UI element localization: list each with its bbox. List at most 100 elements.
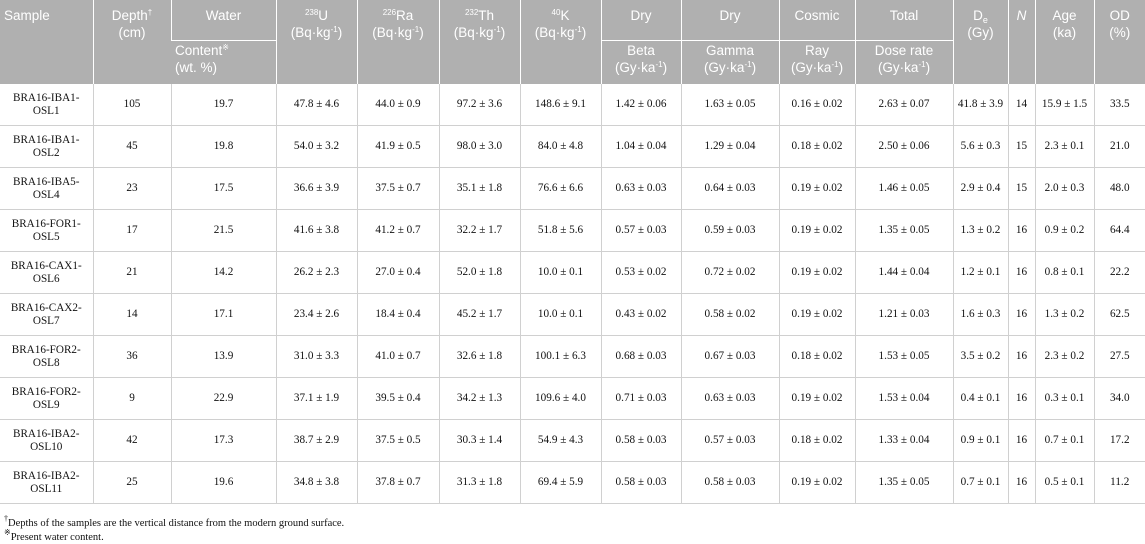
cell-u238: 37.1 ± 1.9 (275, 377, 357, 420)
cell-n: 16 (1007, 461, 1035, 504)
col-cosmic-top: Cosmic (778, 0, 855, 41)
cell-n: 16 (1007, 377, 1035, 420)
cell-water: 17.5 (170, 167, 276, 210)
cell-beta: 1.04 ± 0.04 (600, 125, 681, 168)
col-k40: 40K (Bq·kg-1) (519, 0, 601, 84)
cell-cosmic: 0.19 ± 0.02 (778, 293, 855, 336)
cell-th232: 45.2 ± 1.7 (438, 293, 520, 336)
table-row: BRA16-IBA2-OSL11 25 19.6 34.8 ± 3.8 37.8 ± 0… (0, 461, 1145, 504)
footnote-water: ※Present water content. (4, 528, 104, 544)
cell-k40: 51.8 ± 5.6 (519, 209, 601, 252)
col-beta-bottom: Beta (Gy·ka-1) (600, 40, 681, 84)
col-beta-top: Dry (600, 0, 681, 41)
cell-water: 19.6 (170, 461, 276, 504)
cell-sample: BRA16-FOR2-OSL9 (0, 377, 93, 420)
depth-footnote-mark: † (147, 8, 153, 17)
cell-total: 1.35 ± 0.05 (854, 209, 953, 252)
cell-depth: 21 (92, 251, 171, 294)
cell-th232: 31.3 ± 1.8 (438, 461, 520, 504)
cell-od: 21.0 (1093, 125, 1145, 168)
col-sample: Sample (0, 0, 93, 84)
col-total-bottom: Dose rate (Gy·ka-1) (854, 40, 953, 84)
cell-gamma: 0.57 ± 0.03 (680, 419, 779, 462)
cell-k40: 148.6 ± 9.1 (519, 84, 601, 126)
col-ra226: 226Ra (Bq·kg-1) (356, 0, 439, 84)
cell-gamma: 0.64 ± 0.03 (680, 167, 779, 210)
cell-depth: 14 (92, 293, 171, 336)
cell-beta: 0.71 ± 0.03 (600, 377, 681, 420)
cell-u238: 26.2 ± 2.3 (275, 251, 357, 294)
cell-cosmic: 0.18 ± 0.02 (778, 335, 855, 378)
cell-u238: 54.0 ± 3.2 (275, 125, 357, 168)
cell-water: 19.7 (170, 84, 276, 126)
cell-u238: 34.8 ± 3.8 (275, 461, 357, 504)
cell-de: 1.3 ± 0.2 (952, 209, 1008, 252)
cell-water: 21.5 (170, 209, 276, 252)
cell-cosmic: 0.18 ± 0.02 (778, 419, 855, 462)
cell-od: 62.5 (1093, 293, 1145, 336)
table-row: BRA16-FOR2-OSL9 9 22.9 37.1 ± 1.9 39.5 ± 0.4… (0, 377, 1145, 420)
table-row: BRA16-FOR2-OSL8 36 13.9 31.0 ± 3.3 41.0 ± 0.… (0, 335, 1145, 378)
cell-sample: BRA16-IBA2-OSL11 (0, 461, 93, 504)
cell-ra226: 27.0 ± 0.4 (356, 251, 439, 294)
cell-n: 16 (1007, 209, 1035, 252)
cell-beta: 1.42 ± 0.06 (600, 84, 681, 126)
cell-th232: 30.3 ± 1.4 (438, 419, 520, 462)
cell-n: 15 (1007, 125, 1035, 168)
cell-beta: 0.53 ± 0.02 (600, 251, 681, 294)
water-footnote-mark: ※ (222, 43, 229, 52)
cell-depth: 9 (92, 377, 171, 420)
data-table: Sample Depth† (cm) Water 238U (Bq·kg-1) 22… (0, 0, 1145, 504)
cell-th232: 52.0 ± 1.8 (438, 251, 520, 294)
cell-age: 1.3 ± 0.2 (1034, 293, 1094, 336)
cell-age: 0.5 ± 0.1 (1034, 461, 1094, 504)
cell-water: 22.9 (170, 377, 276, 420)
cell-total: 1.44 ± 0.04 (854, 251, 953, 294)
table-row: BRA16-CAX1-OSL6 21 14.2 26.2 ± 2.3 27.0 ± 0.… (0, 251, 1145, 294)
cell-age: 0.8 ± 0.1 (1034, 251, 1094, 294)
col-age: Age (ka) (1034, 0, 1094, 84)
cell-od: 64.4 (1093, 209, 1145, 252)
cell-u238: 23.4 ± 2.6 (275, 293, 357, 336)
cell-cosmic: 0.19 ± 0.02 (778, 167, 855, 210)
footnote-depth: †Depths of the samples are the vertical … (4, 514, 345, 530)
cell-k40: 100.1 ± 6.3 (519, 335, 601, 378)
col-cosmic-bottom: Ray (Gy·ka-1) (778, 40, 855, 84)
cell-de: 0.9 ± 0.1 (952, 419, 1008, 462)
cell-total: 1.46 ± 0.05 (854, 167, 953, 210)
cell-de: 41.8 ± 3.9 (952, 84, 1008, 126)
cell-gamma: 1.63 ± 0.05 (680, 84, 779, 126)
cell-total: 2.50 ± 0.06 (854, 125, 953, 168)
col-gamma-top: Dry (680, 0, 779, 41)
cell-age: 2.0 ± 0.3 (1034, 167, 1094, 210)
cell-gamma: 0.58 ± 0.02 (680, 293, 779, 336)
col-u238: 238U (Bq·kg-1) (275, 0, 357, 84)
cell-th232: 32.2 ± 1.7 (438, 209, 520, 252)
cell-cosmic: 0.19 ± 0.02 (778, 251, 855, 294)
cell-total: 1.53 ± 0.04 (854, 377, 953, 420)
cell-total: 1.21 ± 0.03 (854, 293, 953, 336)
cell-sample: BRA16-FOR1-OSL5 (0, 209, 93, 252)
cell-de: 1.6 ± 0.3 (952, 293, 1008, 336)
table-body: BRA16-IBA1-OSL1 105 19.7 47.8 ± 4.6 44.0 ± 0… (0, 84, 1145, 504)
cell-sample: BRA16-IBA5-OSL4 (0, 167, 93, 210)
cell-ra226: 41.9 ± 0.5 (356, 125, 439, 168)
cell-beta: 0.43 ± 0.02 (600, 293, 681, 336)
cell-u238: 47.8 ± 4.6 (275, 84, 357, 126)
cell-sample: BRA16-CAX2-OSL7 (0, 293, 93, 336)
cell-gamma: 0.72 ± 0.02 (680, 251, 779, 294)
cell-od: 22.2 (1093, 251, 1145, 294)
cell-cosmic: 0.19 ± 0.02 (778, 461, 855, 504)
cell-k40: 109.6 ± 4.0 (519, 377, 601, 420)
cell-age: 15.9 ± 1.5 (1034, 84, 1094, 126)
cell-n: 14 (1007, 84, 1035, 126)
cell-ra226: 41.2 ± 0.7 (356, 209, 439, 252)
col-n: N (1007, 0, 1035, 84)
col-od: OD (%) (1093, 0, 1145, 84)
cell-water: 19.8 (170, 125, 276, 168)
cell-od: 48.0 (1093, 167, 1145, 210)
cell-sample: BRA16-IBA1-OSL1 (0, 84, 93, 126)
cell-sample: BRA16-FOR2-OSL8 (0, 335, 93, 378)
cell-u238: 41.6 ± 3.8 (275, 209, 357, 252)
cell-de: 0.7 ± 0.1 (952, 461, 1008, 504)
